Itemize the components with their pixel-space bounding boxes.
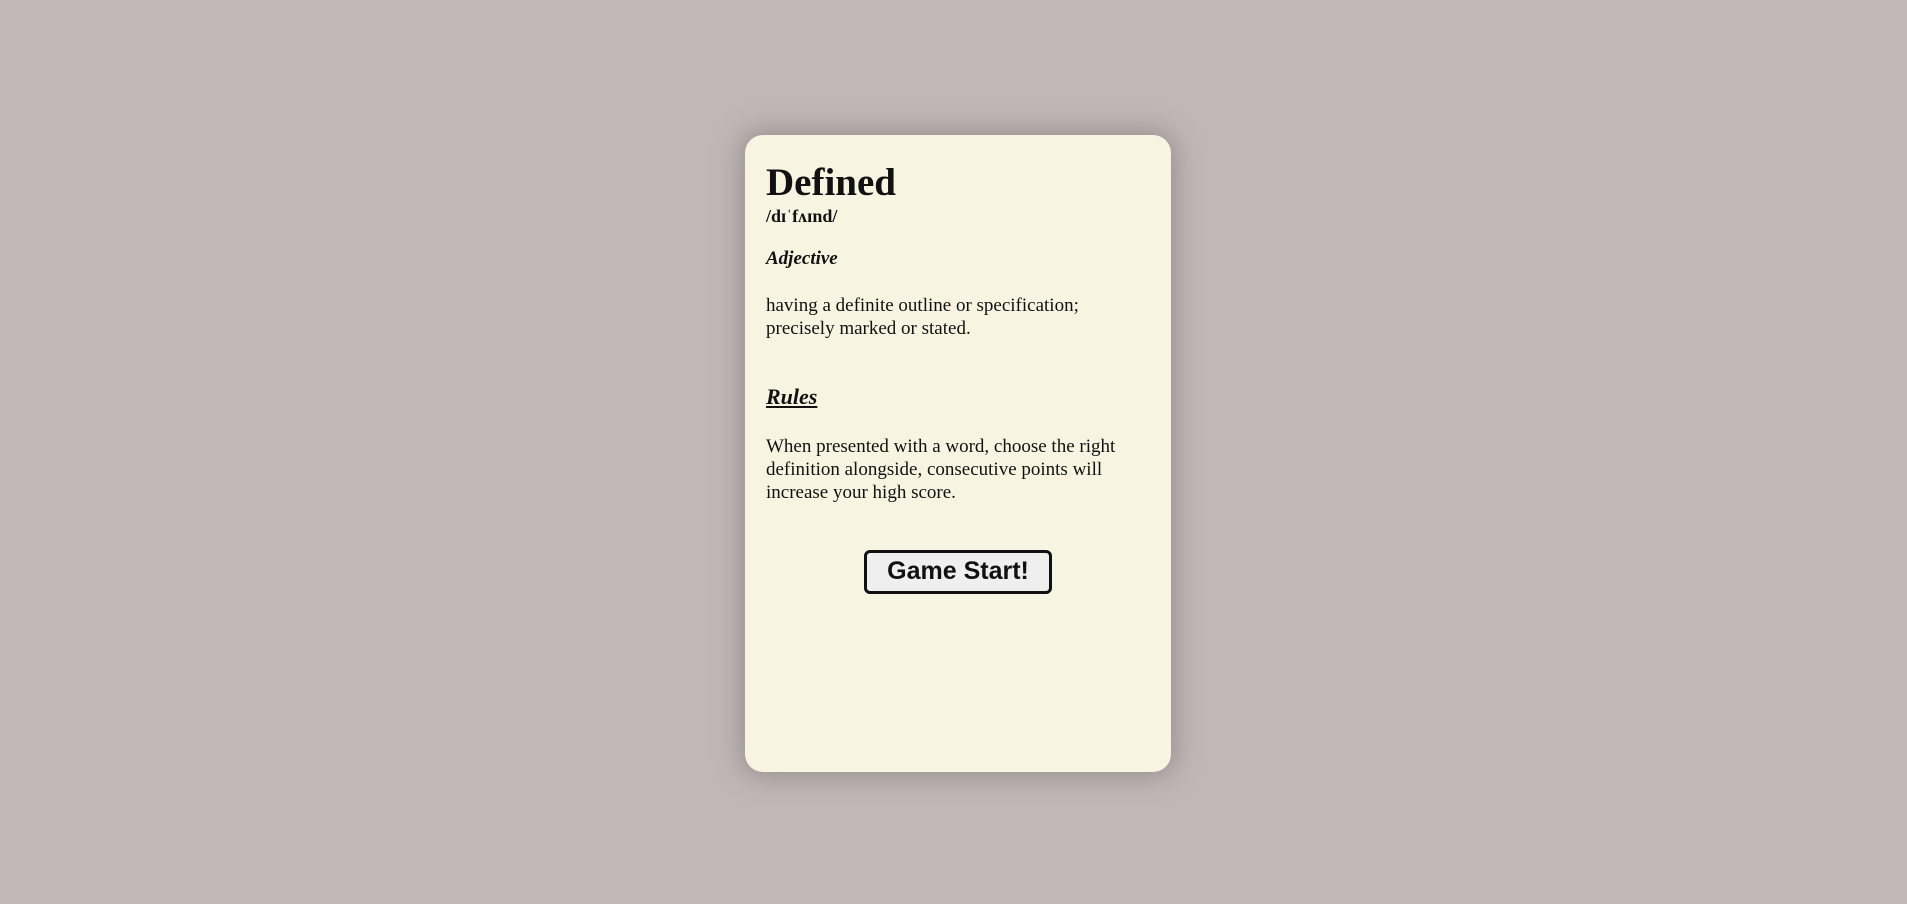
word-title: Defined: [766, 161, 896, 204]
start-button-container: Game Start!: [766, 549, 1150, 594]
rules-heading: Rules: [766, 383, 818, 409]
pronunciation: /dɪˈfʌɪnd/: [766, 205, 838, 226]
definition-text: having a definite outline or specificati…: [766, 294, 1079, 339]
rules-text: When presented with a word, choose the r…: [766, 435, 1116, 503]
definition-card: Defined /dɪˈfʌɪnd/ Adjective having a de…: [745, 135, 1171, 772]
part-of-speech: Adjective: [766, 247, 838, 269]
game-start-button[interactable]: Game Start!: [864, 549, 1052, 594]
